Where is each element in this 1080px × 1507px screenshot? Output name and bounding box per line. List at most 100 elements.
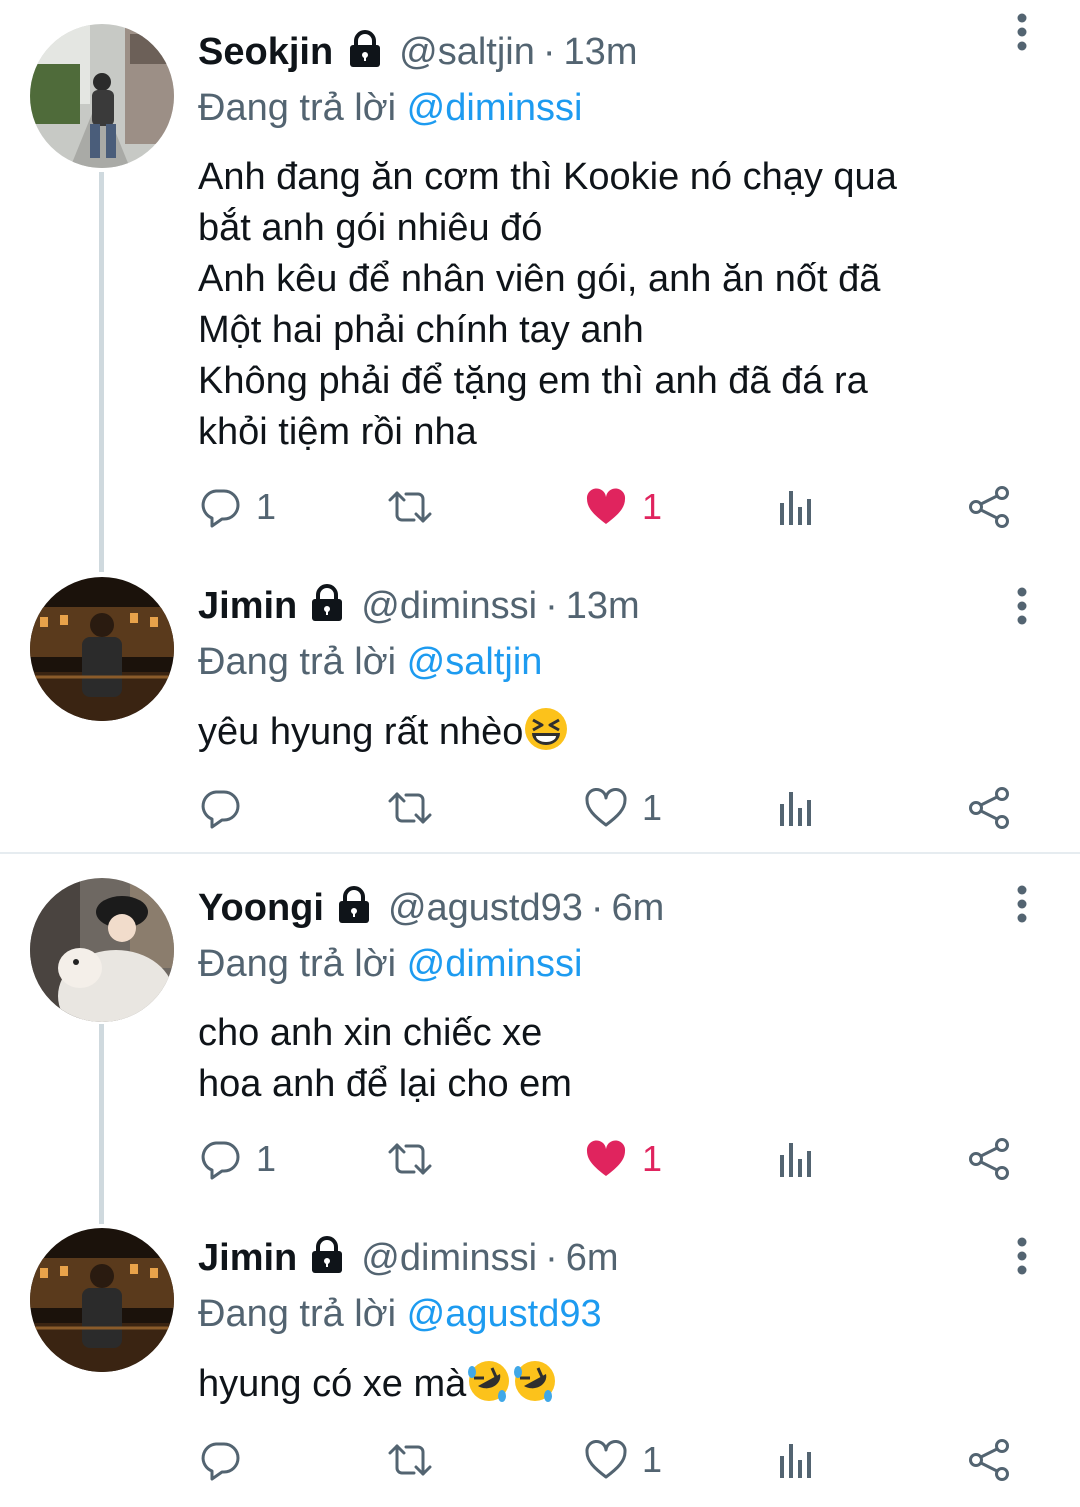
retweet-button[interactable] xyxy=(388,783,432,833)
reply-icon xyxy=(198,1438,242,1482)
heart-icon xyxy=(584,1137,628,1181)
analytics-icon xyxy=(774,786,818,830)
tweet-jimin-2[interactable]: Jimin @diminssi · 6m Đang trả lời @agust… xyxy=(0,1212,1080,1507)
share-icon xyxy=(968,485,1012,529)
thread-line xyxy=(99,1024,104,1224)
replying-to: Đang trả lời @saltjin xyxy=(198,636,1040,688)
display-name[interactable]: Jimin xyxy=(198,1237,297,1280)
reply-prefix: Đang trả lời xyxy=(198,87,397,129)
tweet-text: cho anh xin chiếc xe hoa anh để lại cho … xyxy=(198,1012,572,1105)
analytics-button[interactable] xyxy=(774,783,818,833)
replying-to: Đang trả lời @agustd93 xyxy=(198,1288,1040,1340)
reply-button[interactable] xyxy=(198,783,242,833)
reply-count: 1 xyxy=(256,486,277,527)
like-button[interactable]: 1 xyxy=(584,1134,662,1184)
timestamp[interactable]: 6m xyxy=(566,1237,619,1280)
avatar-jimin[interactable] xyxy=(30,577,174,721)
tweet-seokjin[interactable]: Seokjin @saltjin · 13m Đang trả lời @dim… xyxy=(0,0,1080,572)
tweet-actions: 1 1 xyxy=(198,482,1028,532)
tweet-header: Jimin @diminssi · 6m xyxy=(198,1228,1040,1288)
like-count: 1 xyxy=(642,1439,663,1480)
replying-to: Đang trả lời @diminssi xyxy=(198,938,1040,990)
like-count: 1 xyxy=(642,486,663,527)
grinning-squinting-face-emoji xyxy=(523,706,569,752)
tweet-header: Yoongi @agustd93 · 6m xyxy=(198,878,1040,938)
timestamp[interactable]: 13m xyxy=(564,31,638,74)
user-handle[interactable]: @diminssi xyxy=(361,585,537,628)
retweet-icon xyxy=(388,1137,432,1181)
analytics-button[interactable] xyxy=(774,1435,818,1485)
tweet-jimin-1[interactable]: Jimin @diminssi · 13m Đang trả lời @salt… xyxy=(0,560,1080,850)
tweet-text: hyung có xe mà xyxy=(198,1358,1040,1410)
timestamp[interactable]: 13m xyxy=(566,585,640,628)
lock-icon xyxy=(334,885,374,935)
display-name[interactable]: Seokjin xyxy=(198,31,333,74)
retweet-icon xyxy=(388,1438,432,1482)
tweet-text-content: hyung có xe mà xyxy=(198,1363,467,1405)
rolling-on-floor-laughing-emoji xyxy=(466,1358,512,1404)
more-vertical-icon[interactable] xyxy=(1002,884,1042,924)
reply-button[interactable] xyxy=(198,1435,242,1485)
tweet-text: Anh đang ăn cơm thì Kookie nó chạy qua b… xyxy=(198,156,897,453)
tweet-actions: 1 xyxy=(198,783,1028,833)
tweet-header: Jimin @diminssi · 13m xyxy=(198,576,1040,636)
like-count: 1 xyxy=(642,1138,663,1179)
analytics-icon xyxy=(774,485,818,529)
lock-icon xyxy=(307,583,347,633)
replying-to: Đang trả lời @diminssi xyxy=(198,82,1040,134)
reply-prefix: Đang trả lời xyxy=(198,943,397,985)
reply-icon xyxy=(198,786,242,830)
retweet-button[interactable] xyxy=(388,1134,432,1184)
like-button[interactable]: 1 xyxy=(584,1435,662,1485)
display-name[interactable]: Jimin xyxy=(198,585,297,628)
like-button[interactable]: 1 xyxy=(584,783,662,833)
avatar-jimin[interactable] xyxy=(30,1228,174,1372)
retweet-button[interactable] xyxy=(388,1435,432,1485)
share-button[interactable] xyxy=(968,783,1012,833)
user-handle[interactable]: @diminssi xyxy=(361,1237,537,1280)
analytics-icon xyxy=(774,1137,818,1181)
separator-dot: · xyxy=(545,1236,558,1279)
reply-mention[interactable]: @diminssi xyxy=(407,943,583,985)
reply-mention[interactable]: @diminssi xyxy=(407,87,583,129)
analytics-icon xyxy=(774,1438,818,1482)
tweet-actions: 1 1 xyxy=(198,1134,1028,1184)
tweet-text: yêu hyung rất nhèo xyxy=(198,706,1040,758)
lock-icon xyxy=(345,29,385,79)
more-vertical-icon[interactable] xyxy=(1002,586,1042,626)
timestamp[interactable]: 6m xyxy=(612,887,665,930)
reply-button[interactable]: 1 xyxy=(198,482,276,532)
heart-icon xyxy=(584,786,628,830)
reply-button[interactable]: 1 xyxy=(198,1134,276,1184)
tweet-yoongi[interactable]: Yoongi @agustd93 · 6m Đang trả lời @dimi… xyxy=(0,856,1080,1224)
avatar-seokjin[interactable] xyxy=(30,24,174,168)
user-handle[interactable]: @agustd93 xyxy=(388,887,583,930)
analytics-button[interactable] xyxy=(774,482,818,532)
tweet-actions: 1 xyxy=(198,1435,1028,1485)
separator-dot: · xyxy=(590,886,604,929)
share-button[interactable] xyxy=(968,1435,1012,1485)
heart-icon xyxy=(584,485,628,529)
like-button[interactable]: 1 xyxy=(584,482,662,532)
reply-mention[interactable]: @agustd93 xyxy=(407,1293,602,1335)
share-button[interactable] xyxy=(968,482,1012,532)
display-name[interactable]: Yoongi xyxy=(198,887,324,930)
user-handle[interactable]: @saltjin xyxy=(399,31,535,74)
retweet-button[interactable] xyxy=(388,482,432,532)
like-count: 1 xyxy=(642,787,663,828)
reply-count: 1 xyxy=(256,1138,277,1179)
tweet-text-content: yêu hyung rất nhèo xyxy=(198,711,524,753)
reply-icon xyxy=(198,1137,242,1181)
thread-divider xyxy=(0,852,1080,854)
share-button[interactable] xyxy=(968,1134,1012,1184)
more-vertical-icon[interactable] xyxy=(1002,1236,1042,1276)
reply-icon xyxy=(198,485,242,529)
thread-line xyxy=(99,172,104,572)
separator-dot: · xyxy=(542,30,556,73)
reply-mention[interactable]: @saltjin xyxy=(407,641,543,683)
analytics-button[interactable] xyxy=(774,1134,818,1184)
avatar-yoongi[interactable] xyxy=(30,878,174,1022)
rolling-on-floor-laughing-emoji xyxy=(512,1358,558,1404)
separator-dot: · xyxy=(545,584,558,627)
more-vertical-icon[interactable] xyxy=(1002,12,1042,52)
